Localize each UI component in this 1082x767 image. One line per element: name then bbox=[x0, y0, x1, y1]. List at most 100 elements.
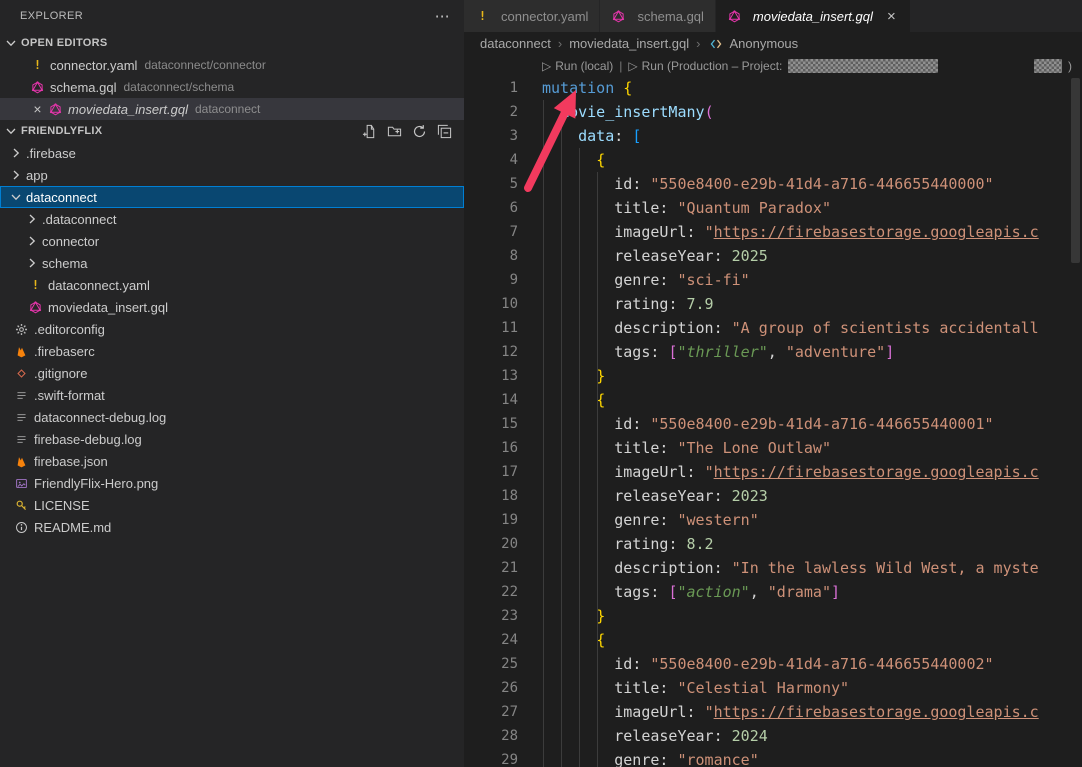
new-file-icon[interactable] bbox=[361, 123, 377, 139]
open-editor-item-schema-gql[interactable]: schema.gqldataconnect/schema bbox=[0, 76, 464, 98]
code-text[interactable]: imageUrl: "https://firebasestorage.googl… bbox=[542, 703, 1039, 721]
tree-item-connector[interactable]: connector bbox=[0, 230, 464, 252]
tree-item-moviedata-insert-gql[interactable]: moviedata_insert.gql bbox=[0, 296, 464, 318]
code-text[interactable]: description: "A group of scientists acci… bbox=[542, 319, 1039, 337]
tree-item-swift-format[interactable]: .swift-format bbox=[0, 384, 464, 406]
code-line: 2 movie_insertMany( bbox=[464, 100, 1082, 124]
workspace-section-header[interactable]: FRIENDLYFLIX bbox=[0, 120, 464, 142]
tree-item-firebase-json[interactable]: firebase.json bbox=[0, 450, 464, 472]
tab-schema-gql[interactable]: schema.gql bbox=[600, 0, 715, 32]
breadcrumb-item-dataconnect[interactable]: dataconnect bbox=[480, 36, 551, 51]
code-text[interactable]: tags: ["thriller", "adventure"] bbox=[542, 343, 894, 361]
token: tags bbox=[614, 583, 650, 601]
line-number: 9 bbox=[464, 272, 518, 288]
token: releaseYear bbox=[614, 487, 713, 505]
code-line: 5 id: "550e8400-e29b-41d4-a716-446655440… bbox=[464, 172, 1082, 196]
code-text[interactable]: id: "550e8400-e29b-41d4-a716-44665544000… bbox=[542, 175, 994, 193]
code-editor[interactable]: 1mutation {2 movie_insertMany(3 data: [4… bbox=[464, 76, 1082, 767]
tree-item-schema[interactable]: schema bbox=[0, 252, 464, 274]
open-editors-label: OPEN EDITORS bbox=[21, 37, 108, 49]
line-number: 5 bbox=[464, 176, 518, 192]
code-text[interactable]: id: "550e8400-e29b-41d4-a716-44665544000… bbox=[542, 655, 994, 673]
tree-item-readme-md[interactable]: README.md bbox=[0, 516, 464, 538]
code-line: 1mutation { bbox=[464, 76, 1082, 100]
line-number: 20 bbox=[464, 536, 518, 552]
code-text[interactable]: description: "In the lawless Wild West, … bbox=[542, 559, 1039, 577]
code-text[interactable]: title: "Celestial Harmony" bbox=[542, 679, 849, 697]
token: "550e8400-e29b-41d4-a716-446655440001" bbox=[650, 415, 993, 433]
token: "romance" bbox=[677, 751, 758, 767]
breadcrumb-item-moviedata-insert-gql[interactable]: moviedata_insert.gql bbox=[569, 36, 689, 51]
token: movie_insertMany bbox=[560, 103, 705, 121]
codelens-label: Run (Production – Project: bbox=[642, 59, 783, 73]
gear-icon bbox=[14, 323, 29, 336]
breadcrumb-item-anonymous[interactable]: Anonymous bbox=[708, 36, 799, 52]
token: : bbox=[632, 175, 650, 193]
code-text[interactable]: genre: "sci-fi" bbox=[542, 271, 750, 289]
code-text[interactable]: tags: ["action", "drama"] bbox=[542, 583, 840, 601]
code-text[interactable]: rating: 8.2 bbox=[542, 535, 714, 553]
line-number: 27 bbox=[464, 704, 518, 720]
tab-moviedata-insert-gql[interactable]: moviedata_insert.gql× bbox=[716, 0, 911, 32]
token: rating bbox=[614, 535, 668, 553]
code-text[interactable]: rating: 7.9 bbox=[542, 295, 714, 313]
code-text[interactable]: id: "550e8400-e29b-41d4-a716-44665544000… bbox=[542, 415, 994, 433]
code-line: 19 genre: "western" bbox=[464, 508, 1082, 532]
tree-item-license[interactable]: LICENSE bbox=[0, 494, 464, 516]
code-text[interactable]: releaseYear: 2023 bbox=[542, 487, 768, 505]
open-editor-item-moviedata-insert-gql[interactable]: ×moviedata_insert.gqldataconnect bbox=[0, 98, 464, 120]
close-icon[interactable]: × bbox=[884, 9, 899, 24]
refresh-icon[interactable] bbox=[411, 123, 427, 139]
collapse-all-icon[interactable] bbox=[436, 123, 452, 139]
token bbox=[542, 607, 596, 625]
line-number: 17 bbox=[464, 464, 518, 480]
code-text[interactable]: genre: "western" bbox=[542, 511, 759, 529]
play-icon: ▷ bbox=[542, 59, 551, 73]
scrollbar-thumb[interactable] bbox=[1071, 78, 1080, 263]
breadcrumb-label: Anonymous bbox=[730, 36, 799, 51]
code-text[interactable]: releaseYear: 2025 bbox=[542, 247, 768, 265]
more-actions-icon[interactable]: ⋯ bbox=[435, 9, 450, 24]
open-editors-section-header[interactable]: OPEN EDITORS bbox=[0, 32, 464, 54]
tree-item-dataconnect[interactable]: dataconnect bbox=[0, 186, 464, 208]
code-text[interactable]: { bbox=[542, 151, 605, 169]
code-text[interactable]: imageUrl: "https://firebasestorage.googl… bbox=[542, 223, 1039, 241]
code-text[interactable]: movie_insertMany( bbox=[542, 103, 714, 121]
code-text[interactable]: title: "The Lone Outlaw" bbox=[542, 439, 831, 457]
new-folder-icon[interactable] bbox=[386, 123, 402, 139]
code-text[interactable]: data: [ bbox=[542, 127, 641, 145]
tree-item-firebaserc[interactable]: .firebaserc bbox=[0, 340, 464, 362]
tab-connector-yaml[interactable]: !connector.yaml bbox=[464, 0, 600, 32]
close-icon[interactable]: × bbox=[30, 102, 45, 116]
tree-item-app[interactable]: app bbox=[0, 164, 464, 186]
tree-item-friendlyflix-hero-png[interactable]: FriendlyFlix-Hero.png bbox=[0, 472, 464, 494]
item-label: app bbox=[26, 168, 48, 183]
tree-item-dataconnect-debug-log[interactable]: dataconnect-debug.log bbox=[0, 406, 464, 428]
breadcrumb-label: moviedata_insert.gql bbox=[569, 36, 689, 51]
open-editor-item-connector-yaml[interactable]: !connector.yamldataconnect/connector bbox=[0, 54, 464, 76]
token: : bbox=[659, 679, 677, 697]
token: 2024 bbox=[732, 727, 768, 745]
tree-item-editorconfig[interactable]: .editorconfig bbox=[0, 318, 464, 340]
tree-item-dataconnect-yaml[interactable]: !dataconnect.yaml bbox=[0, 274, 464, 296]
token: { bbox=[596, 631, 605, 649]
codelens-run-production[interactable]: ▷Run (Production – Project: bbox=[628, 59, 782, 73]
graphql-icon bbox=[48, 103, 63, 116]
code-text[interactable]: mutation { bbox=[542, 79, 632, 97]
tree-item-gitignore[interactable]: .gitignore bbox=[0, 362, 464, 384]
code-text[interactable]: genre: "romance" bbox=[542, 751, 759, 767]
token: : bbox=[632, 415, 650, 433]
tree-item-firebase-debug-log[interactable]: firebase-debug.log bbox=[0, 428, 464, 450]
tree-item-firebase[interactable]: .firebase bbox=[0, 142, 464, 164]
line-number: 22 bbox=[464, 584, 518, 600]
code-line: 9 genre: "sci-fi" bbox=[464, 268, 1082, 292]
code-text[interactable]: title: "Quantum Paradox" bbox=[542, 199, 831, 217]
file-path: dataconnect bbox=[195, 102, 260, 116]
token: ] bbox=[831, 583, 840, 601]
code-text[interactable]: releaseYear: 2024 bbox=[542, 727, 768, 745]
line-number: 6 bbox=[464, 200, 518, 216]
tree-item-dataconnect[interactable]: .dataconnect bbox=[0, 208, 464, 230]
code-text[interactable]: imageUrl: "https://firebasestorage.googl… bbox=[542, 463, 1039, 481]
code-line: 21 description: "In the lawless Wild Wes… bbox=[464, 556, 1082, 580]
codelens-run-local[interactable]: ▷Run (local) bbox=[542, 59, 613, 73]
